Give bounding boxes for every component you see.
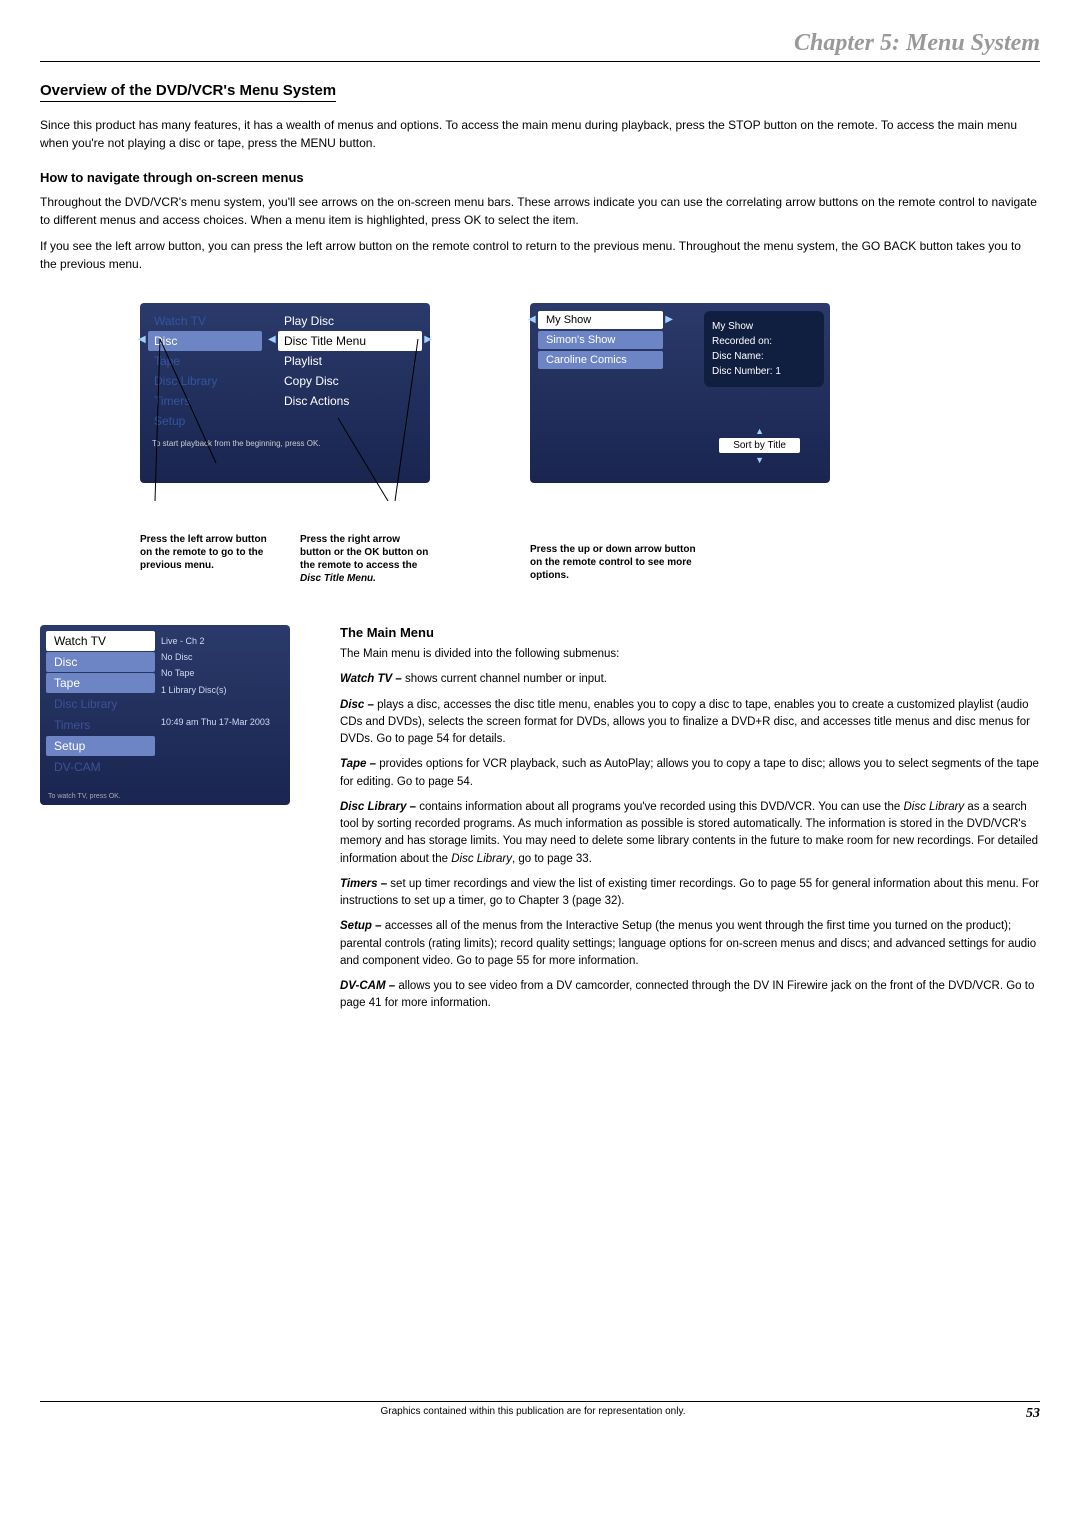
mm-status: No Disc <box>161 649 270 665</box>
osd-disc-menu: Watch TV Disc Tape Disc Library Timers S… <box>140 303 430 483</box>
desc-tape: Tape – provides options for VCR playback… <box>340 756 1040 791</box>
osd1-right-item-selected: Disc Title Menu <box>278 331 422 351</box>
main-menu-heading: The Main Menu <box>340 625 1040 640</box>
footer-text: Graphics contained within this publicati… <box>40 1406 1026 1422</box>
osd1-left-item: Watch TV <box>148 311 262 331</box>
desc-library: Disc Library – contains information abou… <box>340 799 1040 868</box>
osd1-left-item-selected: Disc <box>148 331 262 351</box>
osd1-right-item: Disc Actions <box>278 391 422 411</box>
osd1-left-item: Disc Library <box>148 371 262 391</box>
nav-heading: How to navigate through on-screen menus <box>40 170 1040 185</box>
desc-setup: Setup – accesses all of the menus from t… <box>340 918 1040 970</box>
desc-disc: Disc – plays a disc, accesses the disc t… <box>340 697 1040 749</box>
info-title: My Show <box>712 319 816 334</box>
desc-dvcam: DV-CAM – allows you to see video from a … <box>340 978 1040 1013</box>
osd2-info-panel: My Show Recorded on: Disc Name: Disc Num… <box>704 311 824 387</box>
osd1-hint: To start playback from the beginning, pr… <box>140 433 430 454</box>
sort-button: Sort by Title <box>719 438 800 453</box>
page-number: 53 <box>1026 1406 1040 1422</box>
nav-paragraph-2: If you see the left arrow button, you ca… <box>40 237 1040 273</box>
mm-status: 1 Library Disc(s) <box>161 682 270 698</box>
nav-paragraph-1: Throughout the DVD/VCR's menu system, yo… <box>40 193 1040 229</box>
mm-status: No Tape <box>161 665 270 681</box>
mm-status <box>161 698 270 714</box>
section-title: Overview of the DVD/VCR's Menu System <box>40 82 336 102</box>
mm-status: 10:49 am Thu 17-Mar 2003 <box>161 714 270 730</box>
desc-watchtv: Watch TV – shows current channel number … <box>340 671 1040 688</box>
page-footer: Graphics contained within this publicati… <box>40 1401 1040 1422</box>
mm-hint: To watch TV, press OK. <box>48 793 121 800</box>
main-menu-intro: The Main menu is divided into the follow… <box>340 646 1040 663</box>
osd1-right-item: Playlist <box>278 351 422 371</box>
chapter-header: Chapter 5: Menu System <box>40 30 1040 62</box>
mm-item-dim: Timers <box>46 715 155 735</box>
osd1-left-item: Timers <box>148 391 262 411</box>
info-disc-name: Disc Name: <box>712 349 816 364</box>
mm-status: Live - Ch 2 <box>161 633 270 649</box>
mm-item-dim: DV-CAM <box>46 757 155 777</box>
osd-disc-library: My Show Simon's Show Caroline Comics My … <box>530 303 830 483</box>
desc-timers: Timers – set up timer recordings and vie… <box>340 876 1040 911</box>
osd1-right-item: Play Disc <box>278 311 422 331</box>
osd1-right-item: Copy Disc <box>278 371 422 391</box>
mm-item: Disc <box>46 652 155 672</box>
mm-item-selected: Watch TV <box>46 631 155 651</box>
caption-updown-arrow: Press the up or down arrow button on the… <box>530 543 710 582</box>
osd2-item: Caroline Comics <box>538 351 663 369</box>
osd1-left-item: Setup <box>148 411 262 431</box>
intro-text: Since this product has many features, it… <box>40 116 1040 152</box>
osd-main-menu: Watch TV Disc Tape Disc Library Timers S… <box>40 625 290 805</box>
osd1-left-item: Tape <box>148 351 262 371</box>
info-recorded: Recorded on: <box>712 334 816 349</box>
osd2-item: Simon's Show <box>538 331 663 349</box>
caption-left-arrow: Press the left arrow button on the remot… <box>140 533 280 585</box>
osd2-item-selected: My Show <box>538 311 663 329</box>
mm-item-dim: Disc Library <box>46 694 155 714</box>
caption-right-arrow: Press the right arrow button or the OK b… <box>300 533 430 585</box>
mm-item: Setup <box>46 736 155 756</box>
info-disc-number: Disc Number: 1 <box>712 364 816 379</box>
mm-item: Tape <box>46 673 155 693</box>
